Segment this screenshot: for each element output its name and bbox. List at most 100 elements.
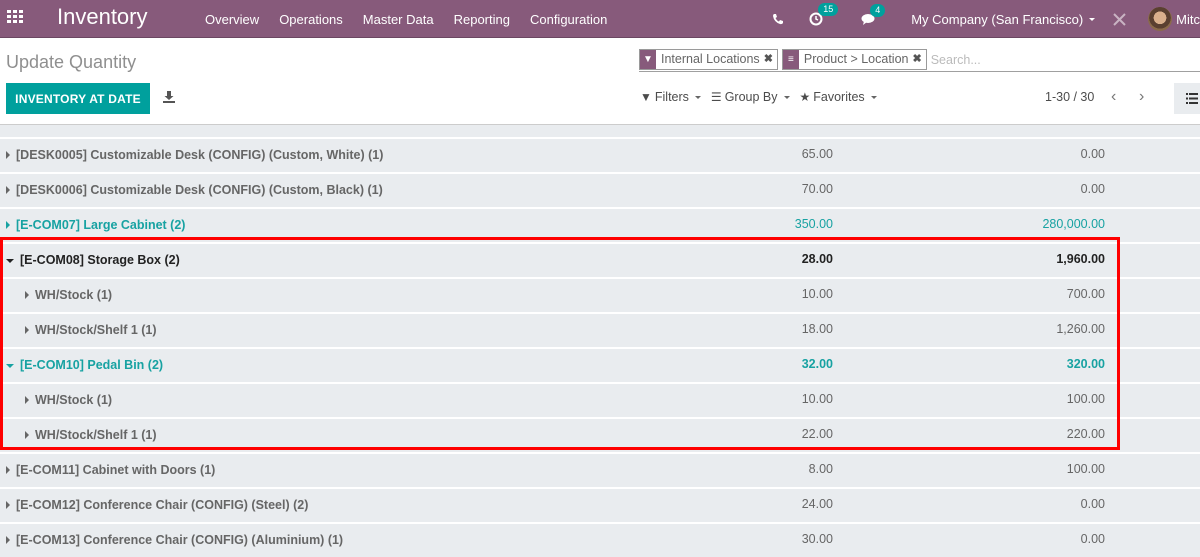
remove-facet-icon[interactable]: ✖ — [913, 50, 926, 69]
value-amount: 100.00 — [1066, 392, 1105, 406]
quantity-value: 22.00 — [801, 427, 833, 441]
chevron-left-icon: ‹ — [1111, 88, 1117, 105]
breadcrumb: Update Quantity — [6, 52, 137, 72]
value-amount: 280,000.00 — [1042, 217, 1105, 231]
search-bar: ▼ Internal Locations ✖ ≡ Product > Locat… — [639, 48, 1200, 72]
group-row[interactable]: [E-COM13] Conference Chair (CONFIG) (Alu… — [0, 522, 1200, 557]
facet-label: Internal Locations — [661, 52, 760, 66]
pager-value[interactable]: 1-30 / 30 — [1045, 90, 1094, 104]
quantity-value: 70.00 — [801, 182, 833, 196]
search-facet-filter: ▼ Internal Locations ✖ — [639, 49, 778, 70]
value-amount: 100.00 — [1066, 462, 1105, 476]
caret-right-icon — [25, 396, 29, 404]
subgroup-row[interactable]: WH/Stock (1) 10.00 100.00 — [0, 382, 1200, 417]
inventory-at-date-button[interactable]: INVENTORY AT DATE — [6, 83, 150, 114]
subgroup-name: WH/Stock/Shelf 1 (1) — [35, 428, 157, 442]
chevron-down-icon — [1089, 17, 1096, 21]
filters-dropdown[interactable]: ▼ Filters — [640, 90, 701, 104]
caret-down-icon — [6, 258, 14, 263]
user-menu[interactable]: Mitc — [1148, 7, 1200, 31]
group-name: [E-COM11] Cabinet with Doors (1) — [16, 463, 216, 477]
top-navbar: Inventory Overview Operations Master Dat… — [0, 0, 1200, 38]
remove-facet-icon[interactable]: ✖ — [764, 50, 777, 69]
filter-icon: ▼ — [640, 90, 652, 104]
subgroup-row[interactable]: WH/Stock/Shelf 1 (1) 22.00 220.00 — [0, 417, 1200, 452]
favorites-label: Favorites — [813, 90, 865, 104]
quantity-value: 8.00 — [808, 462, 833, 476]
group-row-expanded[interactable]: [E-COM10] Pedal Bin (2) 32.00 320.00 — [0, 347, 1200, 382]
group-row-expanded[interactable]: [E-COM08] Storage Box (2) 28.00 1,960.00 — [0, 242, 1200, 277]
favorites-dropdown[interactable]: ★ Favorites — [800, 90, 877, 104]
subgroup-row[interactable]: WH/Stock (1) 10.00 700.00 — [0, 277, 1200, 312]
company-switcher[interactable]: My Company (San Francisco) — [911, 11, 1096, 27]
menu-reporting[interactable]: Reporting — [454, 12, 510, 27]
quantity-value: 10.00 — [801, 392, 833, 406]
value-amount: 0.00 — [1080, 147, 1105, 161]
group-row-partial[interactable] — [0, 124, 1200, 137]
caret-right-icon — [6, 466, 10, 474]
group-name: [E-COM13] Conference Chair (CONFIG) (Alu… — [16, 533, 344, 547]
star-icon: ★ — [799, 90, 811, 104]
messages-button[interactable]: 4 — [861, 3, 886, 26]
quantity-value: 350.00 — [794, 217, 833, 231]
main-menu: Overview Operations Master Data Reportin… — [205, 0, 627, 38]
group-row[interactable]: [E-COM11] Cabinet with Doors (1) 8.00 10… — [0, 452, 1200, 487]
group-row[interactable]: [DESK0005] Customizable Desk (CONFIG) (C… — [0, 137, 1200, 172]
menu-configuration[interactable]: Configuration — [530, 12, 607, 27]
caret-right-icon — [25, 291, 29, 299]
activities-button[interactable]: 15 — [809, 3, 839, 26]
apps-menu-icon[interactable] — [7, 10, 23, 23]
facet-label: Product > Location — [803, 52, 909, 66]
caret-right-icon — [6, 221, 10, 229]
quantity-value: 24.00 — [801, 497, 833, 511]
chevron-down-icon — [783, 95, 790, 99]
subgroup-row[interactable]: WH/Stock/Shelf 1 (1) 18.00 1,260.00 — [0, 312, 1200, 347]
menu-operations[interactable]: Operations — [279, 12, 343, 27]
menu-overview[interactable]: Overview — [205, 12, 259, 27]
download-icon[interactable] — [163, 91, 175, 103]
menu-master-data[interactable]: Master Data — [363, 12, 434, 27]
group-name: [DESK0006] Customizable Desk (CONFIG) (C… — [16, 183, 383, 197]
group-name: [E-COM08] Storage Box (2) — [20, 253, 180, 267]
group-row[interactable]: [DESK0006] Customizable Desk (CONFIG) (C… — [0, 172, 1200, 207]
value-amount: 320.00 — [1066, 357, 1105, 371]
group-by-icon: ☰ — [710, 90, 722, 104]
group-row[interactable]: [E-COM12] Conference Chair (CONFIG) (Ste… — [0, 487, 1200, 522]
subgroup-name: WH/Stock (1) — [35, 288, 113, 302]
chevron-down-icon — [694, 95, 701, 99]
value-amount: 0.00 — [1080, 532, 1105, 546]
caret-down-icon — [6, 363, 14, 368]
value-amount: 220.00 — [1066, 427, 1105, 441]
value-amount: 0.00 — [1080, 497, 1105, 511]
grouped-list: [DESK0005] Customizable Desk (CONFIG) (C… — [0, 124, 1200, 557]
quantity-value: 30.00 — [801, 532, 833, 546]
search-input[interactable] — [930, 49, 1200, 70]
phone-button[interactable] — [772, 13, 784, 25]
subgroup-name: WH/Stock (1) — [35, 393, 113, 407]
search-options: ▼ Filters ☰ Group By ★ Favorites — [640, 90, 887, 104]
group-name: [E-COM12] Conference Chair (CONFIG) (Ste… — [16, 498, 309, 512]
group-by-label: Group By — [724, 90, 778, 104]
search-facet-group-by: ≡ Product > Location ✖ — [781, 49, 927, 70]
caret-right-icon — [6, 151, 10, 159]
debug-tools-button[interactable] — [1113, 12, 1126, 26]
list-view-button[interactable] — [1174, 83, 1200, 114]
group-row[interactable]: [E-COM07] Large Cabinet (2) 350.00 280,0… — [0, 207, 1200, 242]
group-name: [DESK0005] Customizable Desk (CONFIG) (C… — [16, 148, 384, 162]
systray: 15 4 My Company (San Francisco) Mitc — [772, 0, 1200, 38]
caret-right-icon — [25, 326, 29, 334]
group-by-dropdown[interactable]: ☰ Group By — [711, 90, 790, 104]
user-avatar — [1148, 7, 1173, 31]
filter-icon: ▼ — [640, 50, 656, 69]
quantity-value: 32.00 — [801, 357, 833, 371]
activity-count-badge: 15 — [818, 3, 839, 16]
value-amount: 700.00 — [1066, 287, 1105, 301]
group-name: [E-COM07] Large Cabinet (2) — [16, 218, 186, 232]
app-title[interactable]: Inventory — [57, 4, 148, 30]
pager-previous-button[interactable]: ‹ — [1111, 88, 1116, 106]
caret-right-icon — [6, 536, 10, 544]
chevron-down-icon — [870, 95, 877, 99]
tools-icon — [1113, 12, 1126, 26]
company-name: My Company (San Francisco) — [911, 11, 1084, 27]
pager-next-button[interactable]: › — [1139, 88, 1144, 106]
